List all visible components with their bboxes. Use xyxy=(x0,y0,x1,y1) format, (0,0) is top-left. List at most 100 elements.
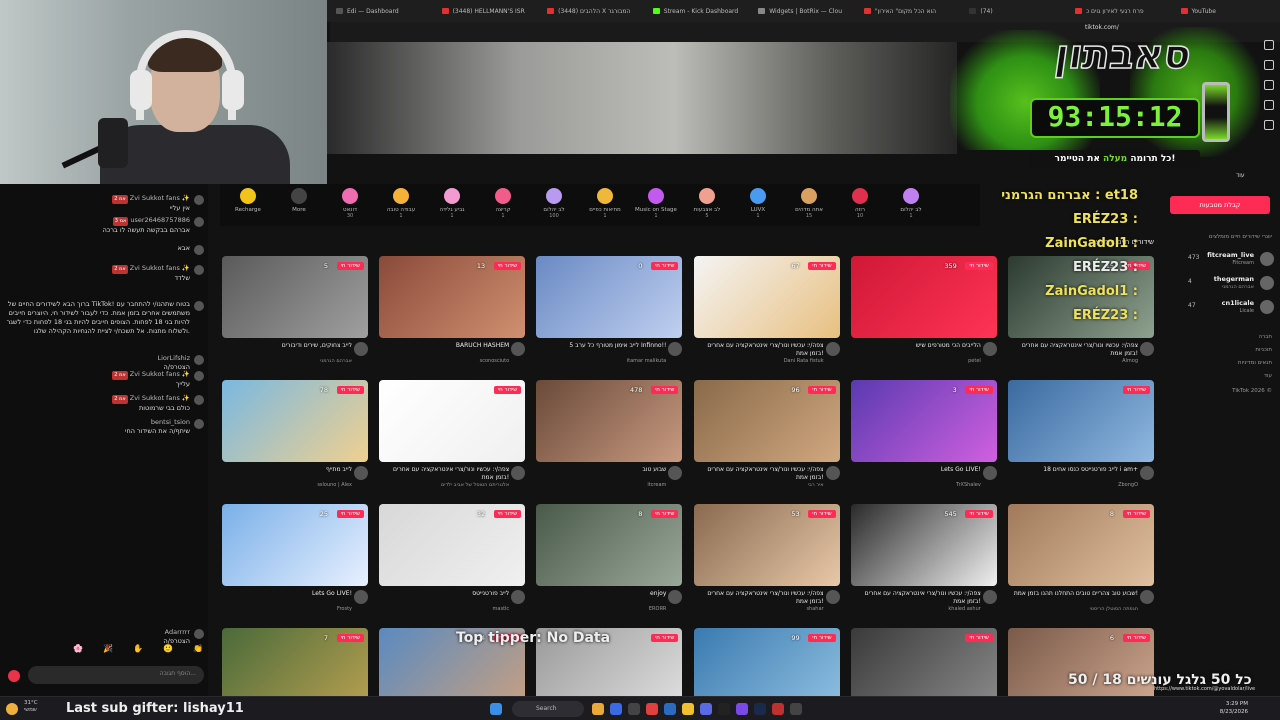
gift-item[interactable]: קריצה 1 xyxy=(479,184,527,219)
gift-item[interactable]: גביע גלידה 1 xyxy=(428,184,476,219)
gift-item[interactable]: דונאט 30 xyxy=(326,184,374,219)
app-icon-8[interactable] xyxy=(790,703,802,715)
gift-item[interactable]: LUVX 1 xyxy=(734,184,782,219)
file-explorer-icon[interactable] xyxy=(592,703,604,715)
like-heart-icon[interactable] xyxy=(8,670,20,682)
gift-item[interactable]: More xyxy=(275,184,323,213)
creator-avatar[interactable] xyxy=(354,590,368,604)
profile-icon[interactable] xyxy=(1264,120,1274,130)
app-icon-4[interactable] xyxy=(664,703,676,715)
chat-avatar[interactable] xyxy=(194,371,204,381)
chat-avatar[interactable] xyxy=(194,217,204,227)
live-thumbnail[interactable]: שידור חי xyxy=(1008,380,1154,462)
live-thumbnail[interactable]: שידור חי 8 xyxy=(536,504,683,586)
creator-avatar[interactable] xyxy=(982,342,997,356)
app-icon-3[interactable] xyxy=(646,703,658,715)
creator-avatar[interactable] xyxy=(668,342,683,356)
live-thumbnail[interactable]: שידור חי 67 xyxy=(693,256,840,338)
creator-avatar[interactable] xyxy=(511,342,526,356)
creator-avatar[interactable] xyxy=(511,590,526,604)
creator-avatar[interactable] xyxy=(825,466,840,480)
gift-item[interactable]: Music on Stage 1 xyxy=(632,184,680,219)
creator-avatar[interactable] xyxy=(825,342,840,356)
footer-link-programs[interactable]: תוכניות xyxy=(1255,347,1272,353)
chat-avatar[interactable] xyxy=(194,629,204,639)
app-icon-1[interactable] xyxy=(610,703,622,715)
creator-avatar[interactable] xyxy=(511,466,526,480)
creator-avatar[interactable] xyxy=(825,590,840,604)
quick-reaction-button[interactable]: 🌸 xyxy=(70,644,86,656)
recommended-user[interactable]: thegerman אברהם הגרמני 4 xyxy=(1168,274,1276,292)
creator-avatar[interactable] xyxy=(1140,466,1154,480)
gift-item[interactable]: אתה מדהים 15 xyxy=(785,184,833,219)
creator-avatar[interactable] xyxy=(982,466,997,480)
browser-tab[interactable]: "הוא הכל מקום" האירון xyxy=(858,2,964,20)
live-thumbnail[interactable]: שידור חי 53 xyxy=(693,504,840,586)
taskbar-clock[interactable]: 3:29 PM 8/23/2026 xyxy=(1216,700,1248,716)
weather-widget[interactable]: 31°C שמשי xyxy=(24,700,38,714)
gift-item[interactable]: עבודה טובה 1 xyxy=(377,184,425,219)
explore-icon[interactable] xyxy=(1264,60,1274,70)
browser-tab[interactable]: Stream - Kick Dashboard xyxy=(647,2,753,20)
footer-link-terms[interactable]: תנאים ומדיניות xyxy=(1238,360,1272,366)
live-thumbnail[interactable]: שידור חי 3 xyxy=(850,380,997,462)
live-thumbnail[interactable]: שידור חי 32 xyxy=(379,504,526,586)
app-icon-6[interactable] xyxy=(736,703,748,715)
quick-reaction-button[interactable]: 👏 xyxy=(190,644,206,656)
live-thumbnail[interactable]: שידור חי 5 xyxy=(222,256,368,338)
live-thumbnail[interactable]: שידור חי 25 xyxy=(222,504,368,586)
live-thumbnail[interactable]: שידור חי 78 xyxy=(222,380,368,462)
steam-icon[interactable] xyxy=(754,703,766,715)
browser-tab[interactable]: פרח רגעי לאירון גוים כ xyxy=(1069,2,1175,20)
chat-avatar[interactable] xyxy=(194,245,204,255)
creator-avatar[interactable] xyxy=(354,466,368,480)
browser-tab[interactable]: (3448) הלהבים X המבורגר xyxy=(541,2,647,20)
quick-reaction-button[interactable]: 🙂 xyxy=(160,644,176,656)
creator-avatar[interactable] xyxy=(982,590,997,604)
app-icon-7[interactable] xyxy=(772,703,784,715)
chat-avatar[interactable] xyxy=(194,195,204,205)
discord-icon[interactable] xyxy=(700,703,712,715)
live-thumbnail[interactable]: שידור חי 13 xyxy=(379,256,526,338)
chat-avatar[interactable] xyxy=(194,265,204,275)
creator-avatar[interactable] xyxy=(668,590,683,604)
browser-tab[interactable]: Edi — Dashboard xyxy=(330,2,436,20)
footer-link-more[interactable]: עוד xyxy=(1264,373,1272,379)
following-icon[interactable] xyxy=(1264,80,1274,90)
chat-avatar[interactable] xyxy=(194,419,204,429)
footer-link-company[interactable]: חברה xyxy=(1259,334,1272,340)
gift-item[interactable]: רוזה 10 xyxy=(836,184,884,219)
chrome-icon[interactable] xyxy=(682,703,694,715)
browser-tab[interactable]: (3448) HELLMANN'S ISR xyxy=(436,2,542,20)
windows-start-icon[interactable] xyxy=(490,703,502,715)
gift-item[interactable]: Recharge xyxy=(224,184,272,213)
live-thumbnail[interactable]: שידור חי xyxy=(379,380,526,462)
app-icon-5[interactable] xyxy=(718,703,730,715)
chat-avatar[interactable] xyxy=(194,301,204,311)
creator-avatar[interactable] xyxy=(1140,342,1154,356)
get-coins-button[interactable]: קבלת מטבעות xyxy=(1170,196,1270,214)
live-icon[interactable] xyxy=(1264,100,1274,110)
more-link[interactable]: עוד xyxy=(1236,172,1245,179)
creator-avatar[interactable] xyxy=(1140,590,1154,604)
live-thumbnail[interactable]: שידור חי 0 xyxy=(536,256,683,338)
creator-avatar[interactable] xyxy=(354,342,368,356)
gift-item[interactable]: לב אצבעות 5 xyxy=(683,184,731,219)
chat-avatar[interactable] xyxy=(194,395,204,405)
gift-item[interactable]: לב יהלום 100 xyxy=(530,184,578,219)
chat-avatar[interactable] xyxy=(194,355,204,365)
main-live-video[interactable] xyxy=(327,42,957,154)
home-icon[interactable] xyxy=(1264,40,1274,50)
app-icon-2[interactable] xyxy=(628,703,640,715)
live-thumbnail[interactable]: שידור חי 545 xyxy=(850,504,997,586)
creator-avatar[interactable] xyxy=(668,466,683,480)
gift-item[interactable]: מחיאות כפיים 1 xyxy=(581,184,629,219)
live-thumbnail[interactable]: שידור חי 478 xyxy=(536,380,683,462)
live-thumbnail[interactable]: שידור חי 96 xyxy=(693,380,840,462)
quick-reaction-button[interactable]: ✋ xyxy=(130,644,146,656)
browser-tab[interactable]: YouTube xyxy=(1175,2,1280,20)
recommended-user[interactable]: cn1licale Licale 47 xyxy=(1168,298,1276,316)
quick-reaction-button[interactable]: 🎉 xyxy=(100,644,116,656)
browser-tab[interactable]: (74) xyxy=(963,2,1069,20)
browser-tab[interactable]: Widgets | BotRix — Clou xyxy=(752,2,858,20)
